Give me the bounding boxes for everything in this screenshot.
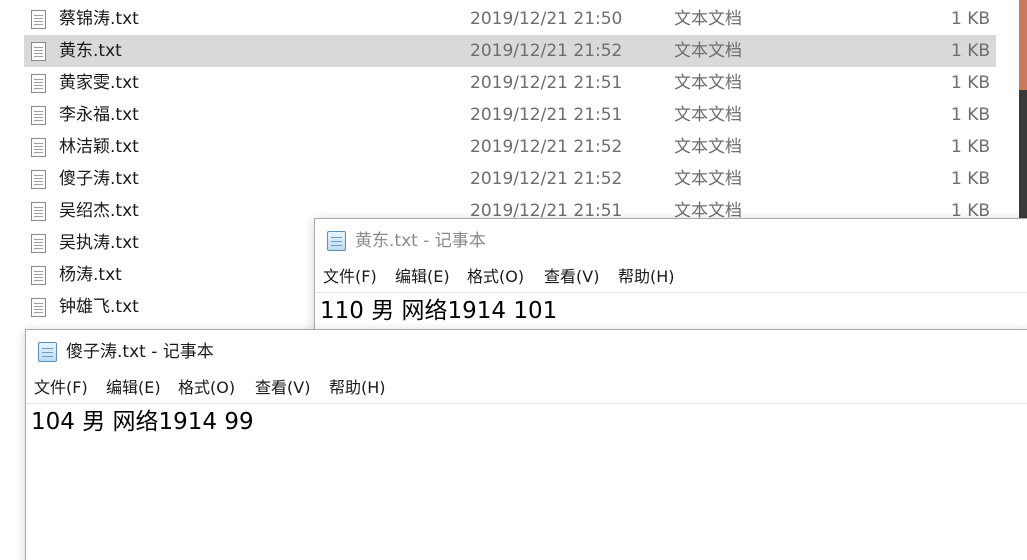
file-row[interactable]: 傻子涛.txt 2019/12/21 21:52 文本文档 1 KB bbox=[24, 163, 996, 195]
text-file-icon bbox=[31, 74, 46, 93]
file-date: 2019/12/21 21:52 bbox=[470, 137, 623, 157]
file-date: 2019/12/21 21:51 bbox=[470, 105, 623, 125]
file-row[interactable]: 林洁颖.txt 2019/12/21 21:52 文本文档 1 KB bbox=[24, 131, 996, 163]
menu-help[interactable]: 帮助(H) bbox=[618, 267, 675, 287]
file-size: 1 KB bbox=[950, 137, 990, 157]
menu-file[interactable]: 文件(F) bbox=[34, 378, 88, 398]
notepad-icon bbox=[327, 231, 346, 251]
file-name: 钟雄飞.txt bbox=[59, 297, 139, 317]
text-file-icon bbox=[31, 234, 46, 253]
text-file-icon bbox=[31, 170, 46, 189]
menu-bar: 文件(F) 编辑(E) 格式(O) 查看(V) 帮助(H) bbox=[315, 261, 1027, 293]
file-type: 文本文档 bbox=[674, 73, 742, 93]
file-date: 2019/12/21 21:51 bbox=[470, 73, 623, 93]
file-name: 杨涛.txt bbox=[59, 265, 122, 285]
text-editor[interactable]: 104 男 网络1914 99 bbox=[26, 404, 1027, 560]
file-row[interactable]: 黄家雯.txt 2019/12/21 21:51 文本文档 1 KB bbox=[24, 67, 996, 99]
text-file-icon bbox=[31, 202, 46, 221]
menu-format[interactable]: 格式(O) bbox=[467, 267, 524, 287]
window-title: 傻子涛.txt - 记事本 bbox=[66, 342, 214, 362]
title-bar[interactable]: 黄东.txt - 记事本 bbox=[315, 219, 1027, 261]
file-size: 1 KB bbox=[950, 169, 990, 189]
file-name: 蔡锦涛.txt bbox=[59, 9, 139, 29]
file-date: 2019/12/21 21:52 bbox=[470, 169, 623, 189]
notepad-window-back[interactable]: 黄东.txt - 记事本 文件(F) 编辑(E) 格式(O) 查看(V) 帮助(… bbox=[314, 218, 1027, 338]
file-name: 黄东.txt bbox=[59, 41, 122, 61]
notepad-icon bbox=[38, 342, 57, 362]
file-row[interactable]: 黄东.txt 2019/12/21 21:52 文本文档 1 KB bbox=[24, 35, 996, 67]
file-size: 1 KB bbox=[950, 105, 990, 125]
file-date: 2019/12/21 21:52 bbox=[470, 41, 623, 61]
file-name: 黄家雯.txt bbox=[59, 73, 139, 93]
file-type: 文本文档 bbox=[674, 41, 742, 61]
menu-view[interactable]: 查看(V) bbox=[255, 378, 310, 398]
file-type: 文本文档 bbox=[674, 169, 742, 189]
file-type: 文本文档 bbox=[674, 105, 742, 125]
file-name: 傻子涛.txt bbox=[59, 169, 139, 189]
menu-view[interactable]: 查看(V) bbox=[544, 267, 599, 287]
file-row[interactable]: 蔡锦涛.txt 2019/12/21 21:50 文本文档 1 KB bbox=[24, 3, 996, 35]
text-file-icon bbox=[31, 106, 46, 125]
text-file-icon bbox=[31, 298, 46, 317]
file-size: 1 KB bbox=[950, 73, 990, 93]
menu-edit[interactable]: 编辑(E) bbox=[106, 378, 161, 398]
text-file-icon bbox=[31, 10, 46, 29]
file-type: 文本文档 bbox=[674, 137, 742, 157]
text-file-icon bbox=[31, 42, 46, 61]
text-file-icon bbox=[31, 138, 46, 157]
menu-bar: 文件(F) 编辑(E) 格式(O) 查看(V) 帮助(H) bbox=[26, 372, 1027, 404]
file-type: 文本文档 bbox=[674, 9, 742, 29]
menu-edit[interactable]: 编辑(E) bbox=[395, 267, 450, 287]
menu-help[interactable]: 帮助(H) bbox=[329, 378, 386, 398]
file-size: 1 KB bbox=[950, 41, 990, 61]
file-name: 林洁颖.txt bbox=[59, 137, 139, 157]
text-file-icon bbox=[31, 266, 46, 285]
title-bar[interactable]: 傻子涛.txt - 记事本 bbox=[26, 330, 1027, 372]
menu-format[interactable]: 格式(O) bbox=[178, 378, 235, 398]
file-row[interactable]: 李永福.txt 2019/12/21 21:51 文本文档 1 KB bbox=[24, 99, 996, 131]
file-name: 吴绍杰.txt bbox=[59, 201, 139, 221]
file-name: 吴执涛.txt bbox=[59, 233, 139, 253]
menu-file[interactable]: 文件(F) bbox=[323, 267, 377, 287]
window-title: 黄东.txt - 记事本 bbox=[355, 231, 486, 251]
file-date: 2019/12/21 21:50 bbox=[470, 9, 623, 29]
notepad-window-front[interactable]: 傻子涛.txt - 记事本 文件(F) 编辑(E) 格式(O) 查看(V) 帮助… bbox=[25, 329, 1027, 560]
file-name: 李永福.txt bbox=[59, 105, 139, 125]
file-size: 1 KB bbox=[950, 9, 990, 29]
